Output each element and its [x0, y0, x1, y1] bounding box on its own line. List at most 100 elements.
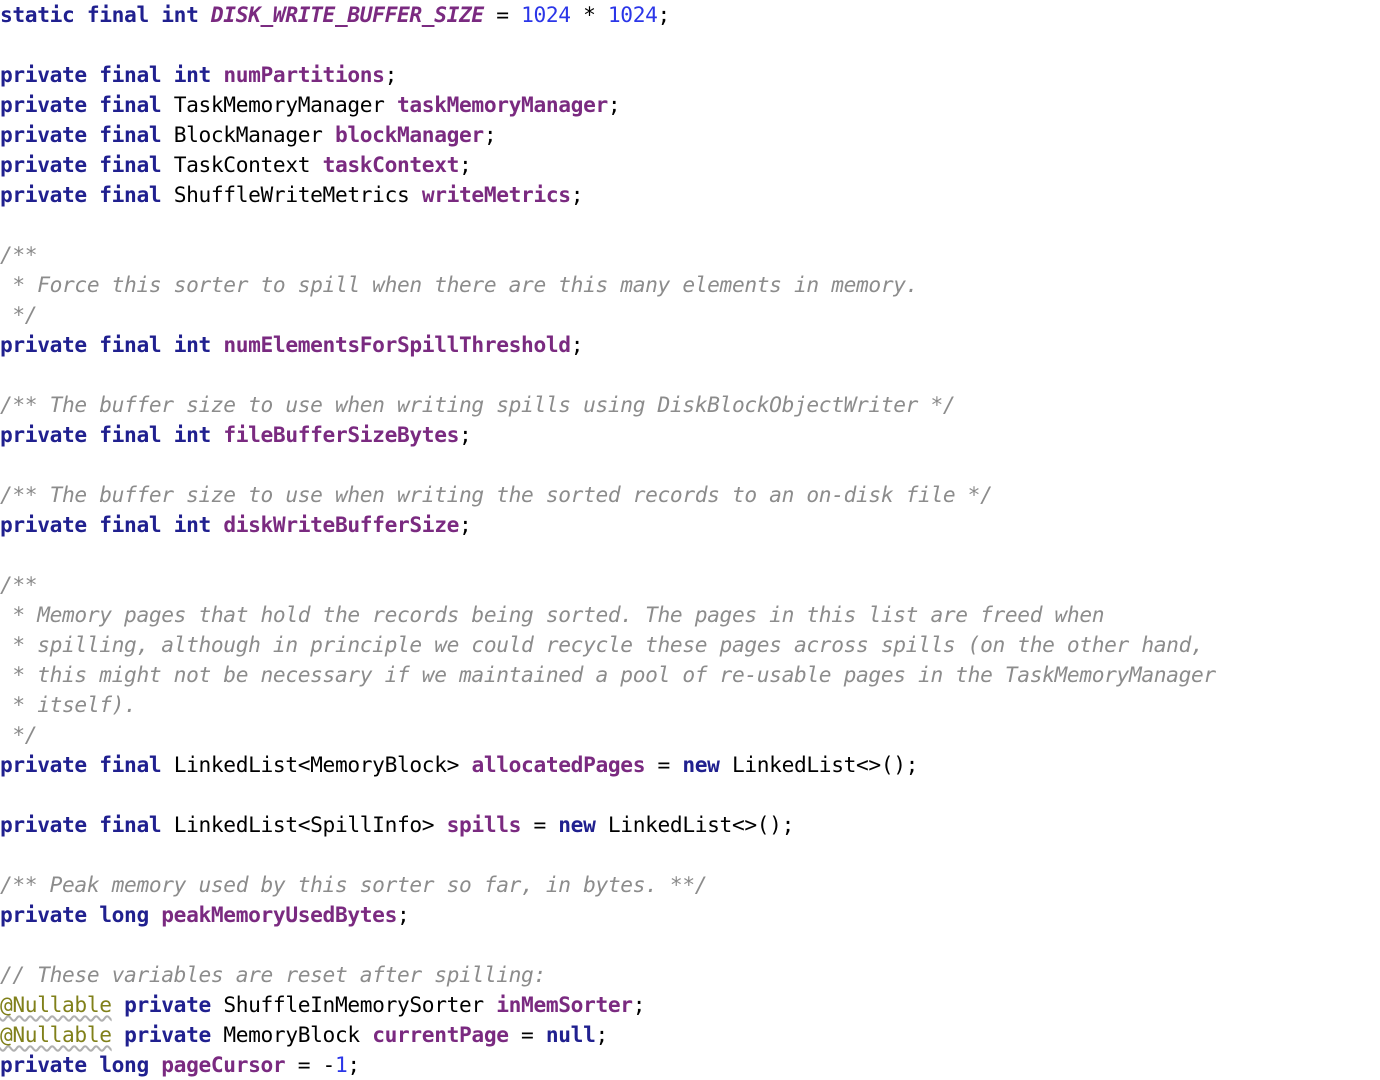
code-line[interactable]: private final LinkedList<MemoryBlock> al…	[0, 750, 1380, 780]
code-line[interactable]: */	[0, 720, 1380, 750]
code-line[interactable]: * Force this sorter to spill when there …	[0, 270, 1380, 300]
code-line[interactable]: /** The buffer size to use when writing …	[0, 480, 1380, 510]
code-line[interactable]	[0, 210, 1380, 240]
code-line[interactable]: private final BlockManager blockManager;	[0, 120, 1380, 150]
code-line[interactable]	[0, 780, 1380, 810]
code-token-type: ShuffleWriteMetrics	[173, 182, 410, 207]
code-token-keyword: int	[173, 62, 212, 87]
code-token-plain: ;	[459, 512, 472, 537]
code-token-plain: *	[570, 2, 608, 27]
code-line[interactable]: private final int fileBufferSizeBytes;	[0, 420, 1380, 450]
code-token-comment: /** Peak memory used by this sorter so f…	[0, 872, 708, 897]
code-line[interactable]: private final TaskMemoryManager taskMemo…	[0, 90, 1380, 120]
code-line[interactable]: /** The buffer size to use when writing …	[0, 390, 1380, 420]
code-line[interactable]: @Nullable private ShuffleInMemorySorter …	[0, 990, 1380, 1020]
code-token-keyword: private	[0, 92, 87, 117]
code-token-keyword: private	[0, 422, 87, 447]
code-token-keyword: private	[0, 1052, 87, 1077]
code-token-plain: LinkedList<>();	[731, 752, 919, 777]
code-token-keyword: private	[124, 992, 211, 1017]
code-line[interactable]	[0, 360, 1380, 390]
code-token-plain: =	[521, 812, 559, 837]
code-line[interactable]: private long pageCursor = -1;	[0, 1050, 1380, 1080]
code-line[interactable]: @Nullable private MemoryBlock currentPag…	[0, 1020, 1380, 1050]
code-token-field: writeMetrics	[421, 182, 571, 207]
code-line[interactable]: // These variables are reset after spill…	[0, 960, 1380, 990]
code-line[interactable]	[0, 30, 1380, 60]
code-token-keyword: long	[99, 1052, 149, 1077]
code-line[interactable]: private final LinkedList<SpillInfo> spil…	[0, 810, 1380, 840]
code-token-keyword: private	[0, 812, 87, 837]
code-token-comment: */	[0, 722, 38, 747]
code-token-field: spills	[446, 812, 522, 837]
code-token-type: TaskContext	[173, 152, 311, 177]
code-token-keyword: null	[545, 1022, 596, 1047]
code-line[interactable]: private final int diskWriteBufferSize;	[0, 510, 1380, 540]
code-line[interactable]	[0, 540, 1380, 570]
code-token-comment: * this might not be necessary if we main…	[0, 662, 1216, 687]
code-token-keyword: final	[99, 62, 162, 87]
code-line[interactable]: private final int numPartitions;	[0, 60, 1380, 90]
code-token-type: MemoryBlock	[223, 1022, 360, 1047]
code-token-plain: =	[483, 2, 522, 27]
code-token-comment: /**	[0, 572, 38, 597]
code-line[interactable]: private final int numElementsForSpillThr…	[0, 330, 1380, 360]
code-token-keyword: final	[86, 2, 149, 27]
code-line[interactable]: /**	[0, 240, 1380, 270]
code-line[interactable]: private final TaskContext taskContext;	[0, 150, 1380, 180]
code-token-comment: // These variables are reset after spill…	[0, 962, 546, 987]
code-token-field: pageCursor	[161, 1052, 286, 1077]
code-line[interactable]: /**	[0, 570, 1380, 600]
code-token-type: LinkedList<SpillInfo>	[173, 812, 435, 837]
code-line[interactable]	[0, 840, 1380, 870]
code-token-field: blockManager	[334, 122, 484, 147]
code-line[interactable]	[0, 930, 1380, 960]
code-token-keyword: new	[682, 752, 720, 777]
code-line[interactable]	[0, 450, 1380, 480]
code-token-field: allocatedPages	[471, 752, 646, 777]
code-token-anno: @Nullable	[0, 992, 112, 1017]
code-line[interactable]: static final int DISK_WRITE_BUFFER_SIZE …	[0, 0, 1380, 30]
code-token-keyword: new	[558, 812, 596, 837]
code-token-field: diskWriteBufferSize	[223, 512, 460, 537]
code-line[interactable]: /** Peak memory used by this sorter so f…	[0, 870, 1380, 900]
code-token-keyword: int	[173, 332, 212, 357]
code-line[interactable]: * spilling, although in principle we cou…	[0, 630, 1380, 660]
code-line[interactable]: private long peakMemoryUsedBytes;	[0, 900, 1380, 930]
code-token-number: 1024	[521, 2, 571, 27]
code-line[interactable]: * Memory pages that hold the records bei…	[0, 600, 1380, 630]
code-token-field: inMemSorter	[496, 992, 633, 1017]
code-token-keyword: final	[99, 422, 162, 447]
code-token-plain: ;	[632, 992, 646, 1017]
code-line[interactable]: private final ShuffleWriteMetrics writeM…	[0, 180, 1380, 210]
code-line[interactable]: * itself).	[0, 690, 1380, 720]
code-token-type: BlockManager	[173, 122, 323, 147]
code-line[interactable]: */	[0, 300, 1380, 330]
code-line[interactable]: * this might not be necessary if we main…	[0, 660, 1380, 690]
code-editor-viewport[interactable]: static final int DISK_WRITE_BUFFER_SIZE …	[0, 0, 1380, 1080]
code-token-keyword: final	[99, 122, 162, 147]
code-token-keyword: int	[173, 512, 212, 537]
code-token-keyword: private	[0, 902, 87, 927]
code-token-plain: ;	[483, 122, 497, 147]
